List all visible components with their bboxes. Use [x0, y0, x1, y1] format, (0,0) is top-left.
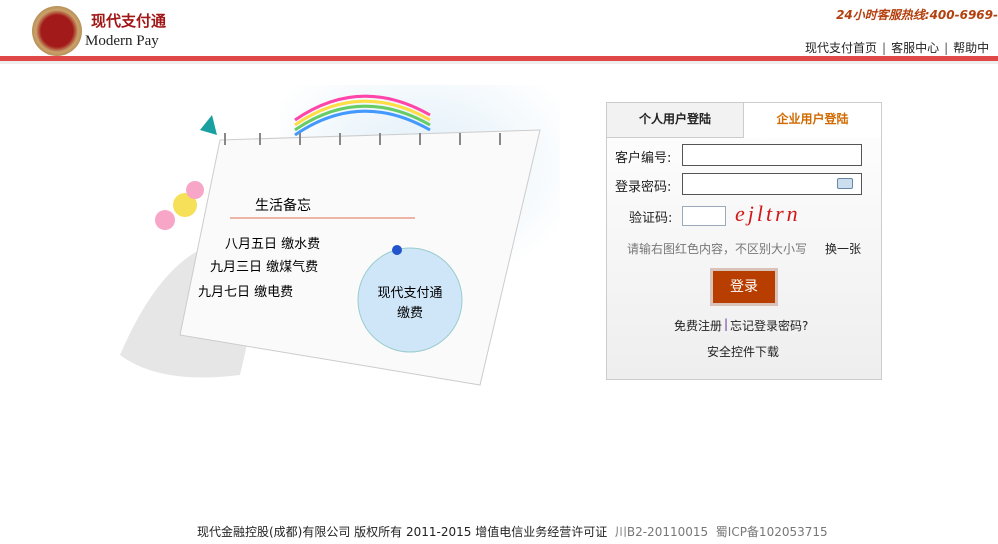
top-nav: 现代支付首页 | 客服中心 | 帮助中 — [805, 41, 990, 55]
captcha-label: 验证码: — [629, 211, 673, 226]
flowers — [155, 210, 175, 230]
customer-id-label: 客户编号: — [615, 151, 672, 166]
login-button[interactable]: 登录 — [710, 268, 778, 306]
icp-number[interactable]: 蜀ICP备102053715 — [716, 525, 828, 539]
captcha-image[interactable]: ejltrn — [735, 201, 823, 229]
memo-item: 九月三日 缴煤气费 — [210, 259, 318, 275]
password-label: 登录密码: — [615, 180, 672, 195]
password-input[interactable] — [682, 173, 862, 195]
memo-title: 生活备忘 — [255, 197, 311, 214]
customer-id-input[interactable] — [682, 144, 862, 166]
copyright: 现代金融控股(成都)有限公司 版权所有 2011-2015 增值电信业务经营许可… — [197, 525, 608, 539]
nav-home[interactable]: 现代支付首页 — [805, 41, 877, 55]
forgot-password-link[interactable]: 忘记登录密码? — [730, 317, 808, 334]
calendar-illustration: 生活备忘 八月五日 缴水费 九月三日 缴煤气费 九月七日 缴电费 现代支付通 缴… — [120, 85, 560, 386]
svg-text:现代支付通: 现代支付通 — [377, 286, 442, 301]
header-shadow — [0, 61, 998, 64]
memo-item: 八月五日 缴水费 — [225, 237, 320, 252]
butterfly — [200, 115, 217, 135]
footer: 现代金融控股(成都)有限公司 版权所有 2011-2015 增值电信业务经营许可… — [197, 523, 828, 540]
pushpin-icon — [392, 245, 402, 255]
link-separator: | — [724, 317, 729, 331]
keyboard-icon[interactable] — [837, 178, 853, 189]
register-link[interactable]: 免费注册 — [674, 317, 722, 334]
captcha-input[interactable] — [682, 206, 726, 226]
brand-name-en: Modern Pay — [85, 33, 159, 49]
tab-personal-login[interactable]: 个人用户登陆 — [607, 103, 744, 138]
hotline: 24小时客服热线:400-6969- — [836, 8, 998, 22]
captcha-hint: 请输右图红色内容，不区别大小写 — [627, 242, 808, 256]
modern-pay-logo[interactable] — [32, 6, 82, 56]
nav-service[interactable]: 客服中心 — [891, 41, 939, 55]
refresh-captcha-link[interactable]: 换一张 — [825, 240, 861, 257]
security-plugin-download-link[interactable]: 安全控件下载 — [707, 343, 779, 360]
tab-business-login[interactable]: 企业用户登陆 — [744, 103, 881, 138]
login-panel: 个人用户登陆 企业用户登陆 客户编号: 登录密码: 验证码: ejltrn 请输… — [606, 102, 882, 380]
brand-name-cn: 现代支付通 — [91, 12, 167, 30]
header: 现代支付通 Modern Pay 24小时客服热线:400-6969- 现代支付… — [0, 0, 998, 56]
license-number: 川B2-20110015 — [614, 525, 709, 539]
nav-help[interactable]: 帮助中 — [953, 41, 989, 55]
svg-text:缴费: 缴费 — [397, 306, 423, 321]
memo-item: 九月七日 缴电费 — [198, 285, 293, 300]
